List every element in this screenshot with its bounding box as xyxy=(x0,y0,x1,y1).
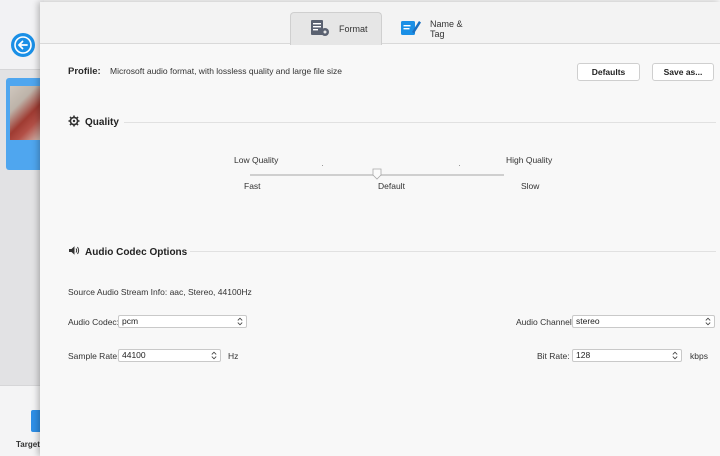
sample-rate-label: Sample Rate: xyxy=(68,351,120,361)
tab-name-and-tag-label: Name & Tag xyxy=(430,18,463,39)
profile-label: Profile: xyxy=(68,66,101,77)
file-card[interactable] xyxy=(6,78,44,170)
audio-codec-value: pcm xyxy=(122,316,139,326)
bit-rate-value: 128 xyxy=(576,350,591,360)
default-label: Default xyxy=(378,181,405,191)
audio-divider xyxy=(190,251,716,252)
save-as-button[interactable]: Save as... xyxy=(652,63,714,81)
tab-name-and-tag[interactable]: Name & Tag xyxy=(382,12,492,45)
slider-tick xyxy=(459,165,460,166)
bit-rate-select[interactable]: 128 xyxy=(572,349,682,362)
updown-chevron-icon xyxy=(211,351,217,360)
quality-slider-thumb[interactable] xyxy=(372,168,382,180)
bit-rate-label: Bit Rate: xyxy=(537,351,570,361)
audio-channel-value: stereo xyxy=(576,316,600,326)
edit-tag-icon xyxy=(400,18,422,40)
target-label: Target xyxy=(16,440,40,449)
slider-tick xyxy=(322,165,323,166)
gear-icon xyxy=(68,115,80,130)
bit-rate-unit: kbps xyxy=(690,351,708,361)
fast-label: Fast xyxy=(244,181,261,191)
audio-codec-select[interactable]: pcm xyxy=(118,315,247,328)
high-quality-label: High Quality xyxy=(506,155,553,165)
quality-title: Quality xyxy=(85,117,119,128)
tab-bar: Format Name & Tag xyxy=(40,2,720,45)
tab-format[interactable]: Format xyxy=(290,12,382,45)
source-audio-info: Source Audio Stream Info: aac, Stereo, 4… xyxy=(68,287,252,297)
quality-section-header: Quality xyxy=(68,115,119,130)
format-settings-dialog: Format Name & Tag Profile: Microsoft aud… xyxy=(40,2,720,456)
slow-label: Slow xyxy=(521,181,540,191)
audio-section-title: Audio Codec Options xyxy=(85,246,188,258)
speaker-icon xyxy=(68,245,80,259)
audio-channel-label: Audio Channel: xyxy=(516,317,575,327)
format-settings-icon xyxy=(309,18,331,40)
audio-section-header: Audio Codec Options xyxy=(68,245,187,259)
sample-rate-select[interactable]: 44100 xyxy=(118,349,221,362)
updown-chevron-icon xyxy=(672,351,678,360)
back-arrow-icon[interactable] xyxy=(11,33,35,57)
tab-format-label: Format xyxy=(339,24,368,34)
updown-chevron-icon xyxy=(705,317,711,326)
audio-codec-label: Audio Codec: xyxy=(68,317,120,327)
audio-channel-select[interactable]: stereo xyxy=(572,315,715,328)
low-quality-label: Low Quality xyxy=(234,155,279,165)
defaults-button[interactable]: Defaults xyxy=(577,63,640,81)
quality-divider xyxy=(124,122,716,123)
sample-rate-value: 44100 xyxy=(122,350,146,360)
background-app: Target xyxy=(0,0,44,456)
sample-rate-unit: Hz xyxy=(228,351,239,361)
profile-description: Microsoft audio format, with lossless qu… xyxy=(110,66,342,76)
video-thumbnail xyxy=(10,86,44,140)
updown-chevron-icon xyxy=(237,317,243,326)
